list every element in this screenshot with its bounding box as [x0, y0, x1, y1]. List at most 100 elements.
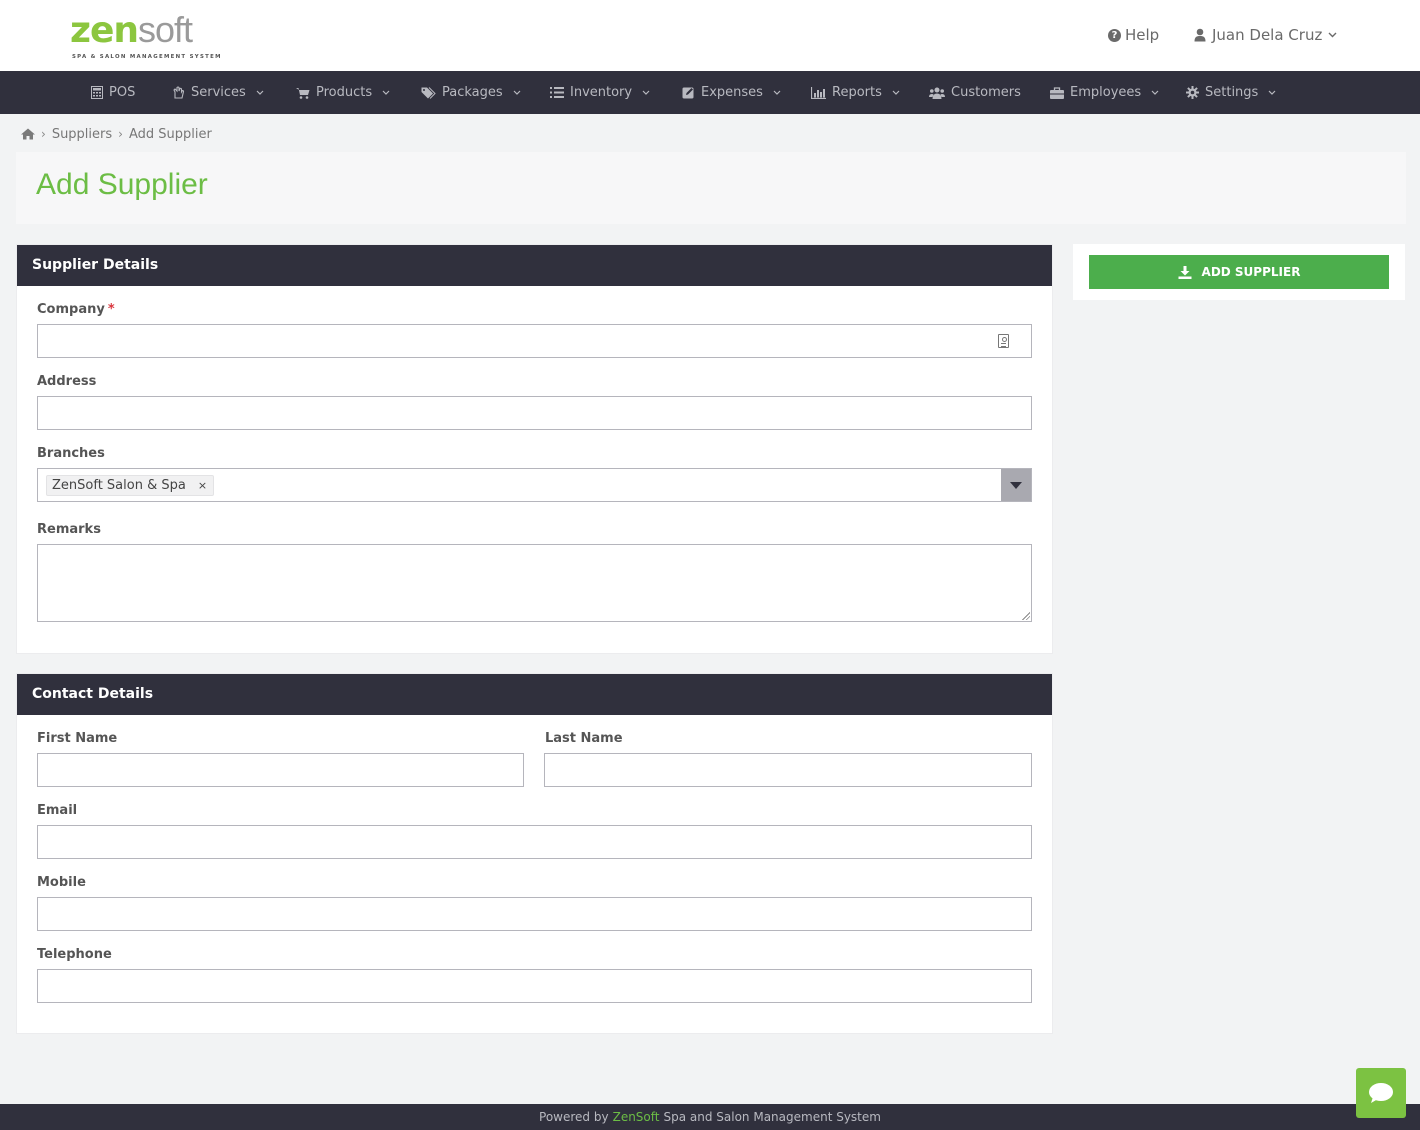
nav-label: Expenses: [701, 85, 763, 100]
nav-item-inventory[interactable]: Inventory: [550, 71, 650, 114]
nav-label: Products: [316, 85, 373, 100]
company-input[interactable]: [38, 325, 1031, 357]
required-marker: *: [107, 302, 115, 317]
hand-icon: [173, 86, 185, 99]
contact-details-heading: Contact Details: [17, 674, 1052, 715]
page-title: Add Supplier: [36, 168, 208, 201]
branches-multiselect[interactable]: ZenSoft Salon & Spa ×: [37, 468, 1032, 502]
nav-item-settings[interactable]: Settings: [1186, 71, 1276, 114]
remove-tag-icon[interactable]: ×: [198, 479, 207, 492]
nav-item-services[interactable]: Services: [172, 71, 264, 114]
telephone-label: Telephone: [37, 947, 112, 962]
nav-label: Customers: [951, 85, 1021, 100]
email-field[interactable]: [37, 825, 1032, 859]
user-menu[interactable]: Juan Dela Cruz: [1194, 25, 1337, 45]
dropdown-toggle[interactable]: [1001, 469, 1031, 501]
chevron-down-icon: [642, 90, 650, 95]
last-name-input[interactable]: [545, 754, 1031, 786]
telephone-input[interactable]: [38, 970, 1031, 1002]
contact-card-icon: [998, 334, 1009, 348]
supplier-details-heading: Supplier Details: [17, 245, 1052, 286]
last-name-label: Last Name: [545, 731, 623, 746]
question-circle-icon: ?: [1108, 28, 1121, 42]
users-icon: [929, 87, 945, 99]
nav-item-products[interactable]: Products: [296, 71, 390, 114]
actions-card: ADD SUPPLIER: [1073, 244, 1405, 300]
resize-handle-icon[interactable]: [1021, 611, 1030, 620]
address-input[interactable]: [38, 397, 1031, 429]
email-input[interactable]: [38, 826, 1031, 858]
main-nav: POS Services Products Packages Inventory…: [0, 71, 1420, 114]
add-supplier-button[interactable]: ADD SUPPLIER: [1089, 255, 1389, 289]
cart-icon: [296, 87, 310, 99]
zensoft-logo[interactable]: zensoft SPA & SALON MANAGEMENT SYSTEM: [70, 10, 220, 62]
nav-label: Settings: [1205, 85, 1259, 100]
home-icon[interactable]: [21, 128, 35, 140]
breadcrumb: › Suppliers › Add Supplier: [21, 125, 212, 143]
user-name: Juan Dela Cruz: [1212, 26, 1323, 44]
footer-prefix: Powered by: [539, 1110, 609, 1124]
tags-icon: [421, 86, 436, 99]
chat-bubble-icon: [1369, 1083, 1393, 1103]
branch-tag-label: ZenSoft Salon & Spa: [52, 478, 186, 493]
help-link[interactable]: ? Help: [1108, 25, 1159, 45]
nav-label: POS: [109, 85, 136, 100]
footer: Powered by ZenSoft Spa and Salon Managem…: [0, 1104, 1420, 1130]
top-header: zensoft SPA & SALON MANAGEMENT SYSTEM ? …: [0, 0, 1420, 71]
first-name-field[interactable]: [37, 753, 524, 787]
add-supplier-label: ADD SUPPLIER: [1201, 265, 1301, 279]
remarks-field[interactable]: [37, 544, 1032, 622]
chevron-down-icon: [1268, 90, 1276, 95]
list-icon: [550, 87, 564, 98]
gear-icon: [1186, 86, 1199, 99]
mobile-field[interactable]: [37, 897, 1032, 931]
supplier-details-panel: Supplier Details Company * Address Branch…: [16, 244, 1053, 654]
chevron-down-icon: [773, 90, 781, 95]
nav-item-customers[interactable]: Customers: [929, 71, 1021, 114]
nav-label: Packages: [442, 85, 503, 100]
chevron-down-icon: [382, 90, 390, 95]
footer-brand-link[interactable]: ZenSoft: [613, 1110, 660, 1124]
nav-item-packages[interactable]: Packages: [421, 71, 521, 114]
logo-soft-text: soft: [138, 9, 193, 50]
remarks-textarea[interactable]: [38, 545, 1031, 621]
mobile-input[interactable]: [38, 898, 1031, 930]
contact-details-panel: Contact Details First Name Last Name Ema…: [16, 673, 1053, 1034]
logo-zen-text: zen: [70, 10, 139, 51]
briefcase-icon: [1050, 86, 1064, 99]
breadcrumb-current: Add Supplier: [128, 126, 212, 142]
chevron-down-icon: [1151, 90, 1159, 95]
chevron-down-icon: [513, 90, 521, 95]
company-field[interactable]: [37, 324, 1032, 358]
company-label-text: Company: [37, 302, 105, 317]
nav-item-expenses[interactable]: Expenses: [682, 71, 781, 114]
address-label: Address: [37, 374, 97, 389]
mobile-label: Mobile: [37, 875, 86, 890]
nav-item-employees[interactable]: Employees: [1050, 71, 1159, 114]
caret-down-icon: [1010, 481, 1022, 489]
user-icon: [1194, 28, 1206, 42]
logo-tagline: SPA & SALON MANAGEMENT SYSTEM: [72, 54, 222, 60]
nav-item-pos[interactable]: POS: [91, 71, 135, 114]
nav-label: Inventory: [570, 85, 633, 100]
nav-label: Services: [191, 85, 246, 100]
nav-label: Reports: [832, 85, 882, 100]
nav-label: Employees: [1070, 85, 1142, 100]
last-name-field[interactable]: [544, 753, 1032, 787]
chevron-down-icon: [256, 90, 264, 95]
first-name-label: First Name: [37, 731, 118, 746]
branch-tag: ZenSoft Salon & Spa ×: [46, 475, 215, 496]
breadcrumb-suppliers[interactable]: Suppliers: [52, 127, 112, 142]
download-icon: [1178, 265, 1192, 279]
page-title-band: Add Supplier: [16, 152, 1406, 224]
telephone-field[interactable]: [37, 969, 1032, 1003]
bar-chart-icon: [811, 86, 826, 99]
chat-widget-button[interactable]: [1356, 1068, 1406, 1118]
company-label: Company *: [37, 302, 115, 317]
address-field[interactable]: [37, 396, 1032, 430]
remarks-label: Remarks: [37, 522, 101, 537]
breadcrumb-separator: ›: [118, 127, 123, 141]
nav-item-reports[interactable]: Reports: [811, 71, 900, 114]
first-name-input[interactable]: [38, 754, 523, 786]
chevron-down-icon: [1328, 32, 1337, 38]
